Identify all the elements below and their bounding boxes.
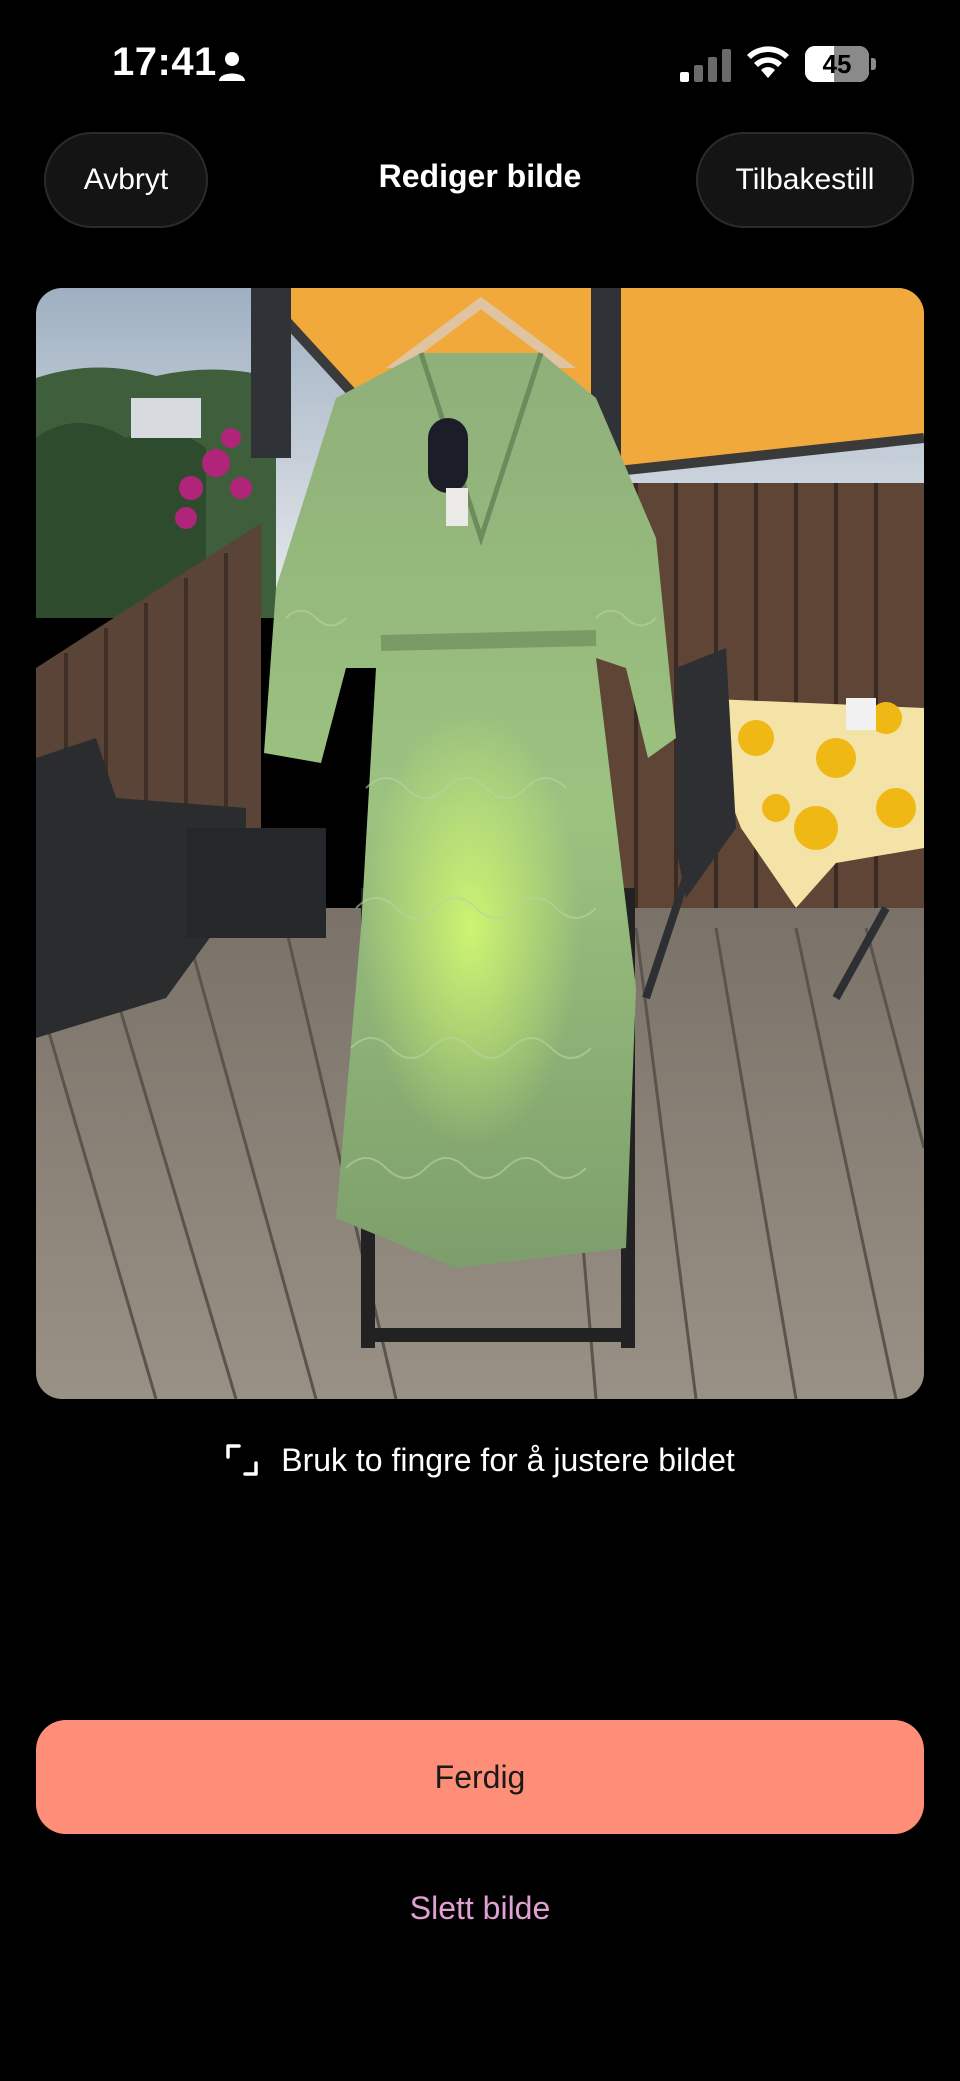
status-time: 17:41 <box>112 40 217 84</box>
adjust-hint: Bruk to fingre for å justere bildet <box>0 1436 960 1484</box>
crop-corners-icon <box>226 1444 258 1476</box>
dress-photo-illustration <box>36 288 924 1399</box>
adjust-hint-text: Bruk to fingre for å justere bildet <box>281 1441 735 1478</box>
wifi-icon <box>747 46 789 78</box>
editable-photo[interactable] <box>36 288 924 1399</box>
cellular-signal-icon <box>680 49 731 82</box>
battery-percent: 45 <box>822 49 852 79</box>
delete-photo-link[interactable]: Slett bilde <box>0 1890 960 1927</box>
battery-indicator: 45 <box>805 46 877 82</box>
person-icon <box>219 52 245 81</box>
status-bar: 17:41 45 <box>0 0 960 130</box>
done-button[interactable]: Ferdig <box>36 1720 924 1834</box>
reset-button[interactable]: Tilbakestill <box>696 132 914 228</box>
